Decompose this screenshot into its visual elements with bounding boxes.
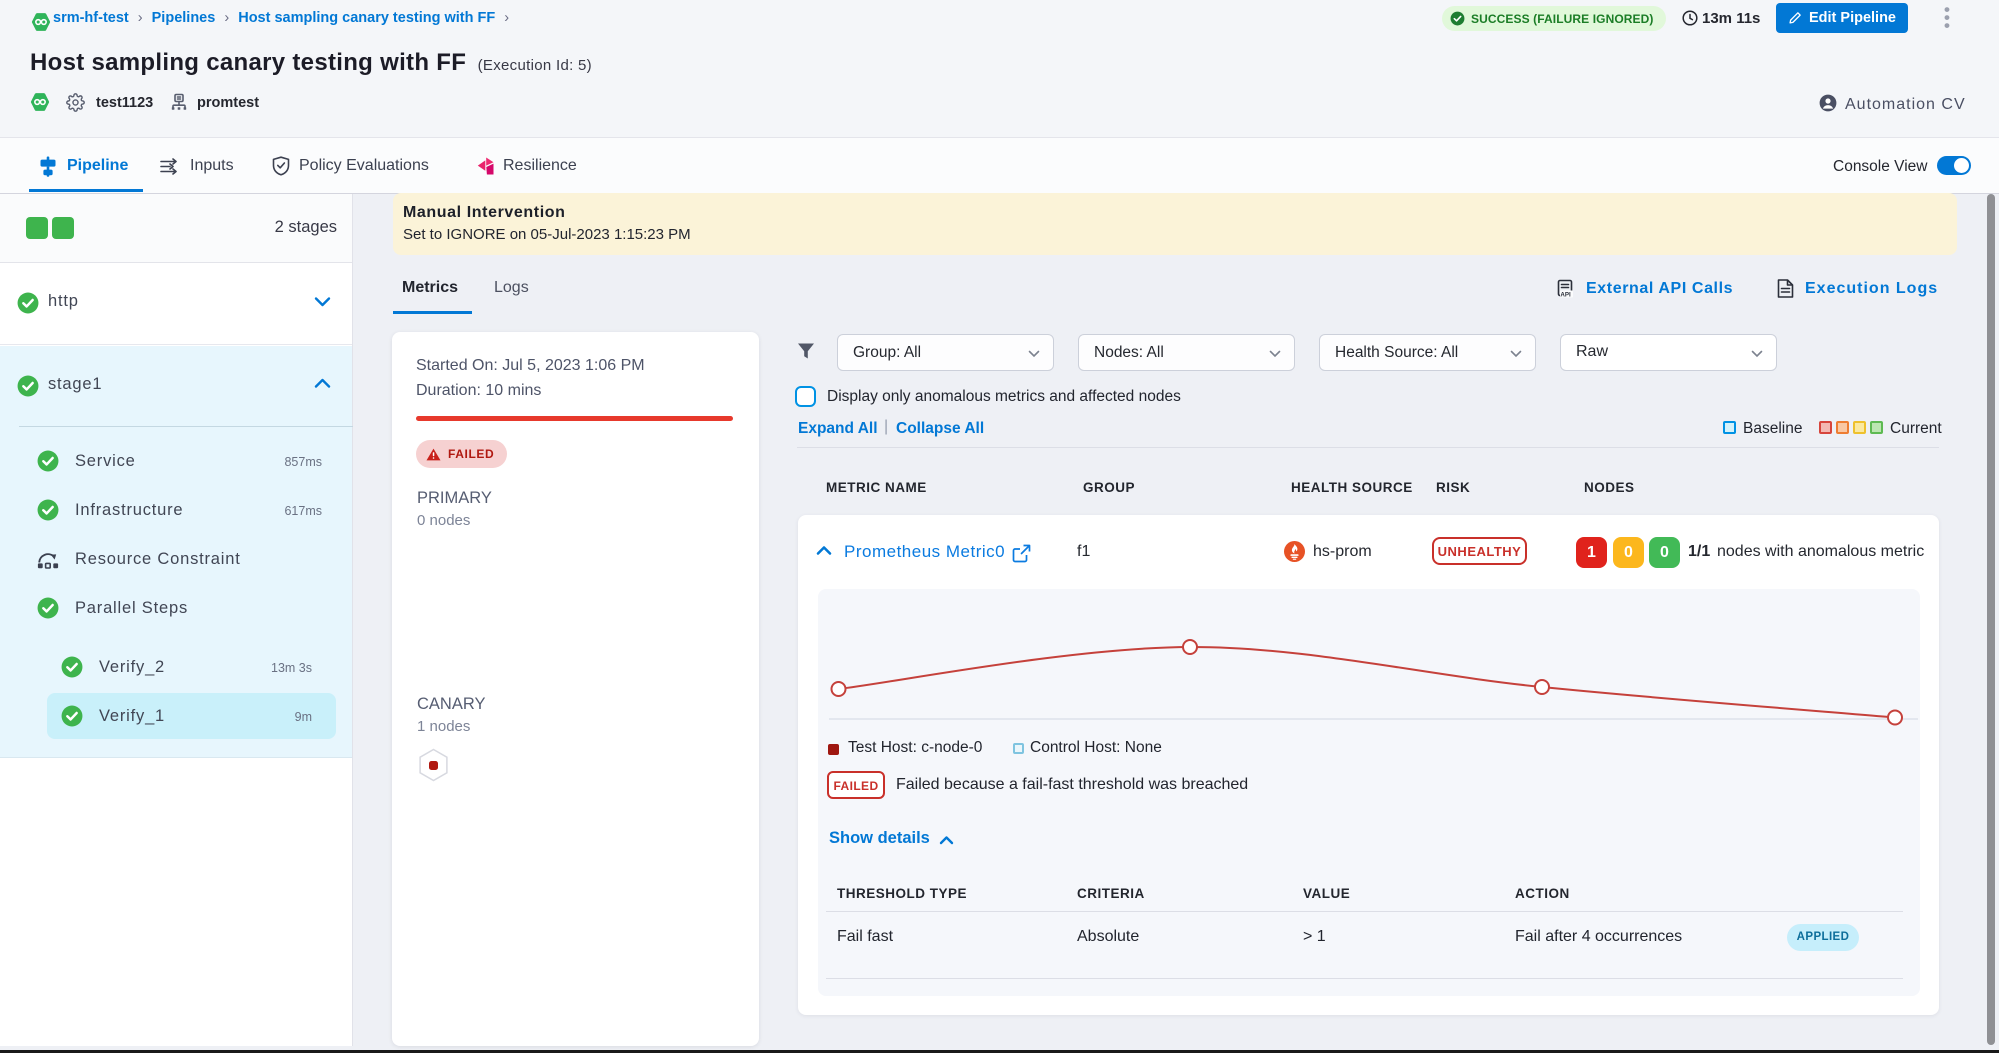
svg-text:API: API [1560, 291, 1571, 298]
